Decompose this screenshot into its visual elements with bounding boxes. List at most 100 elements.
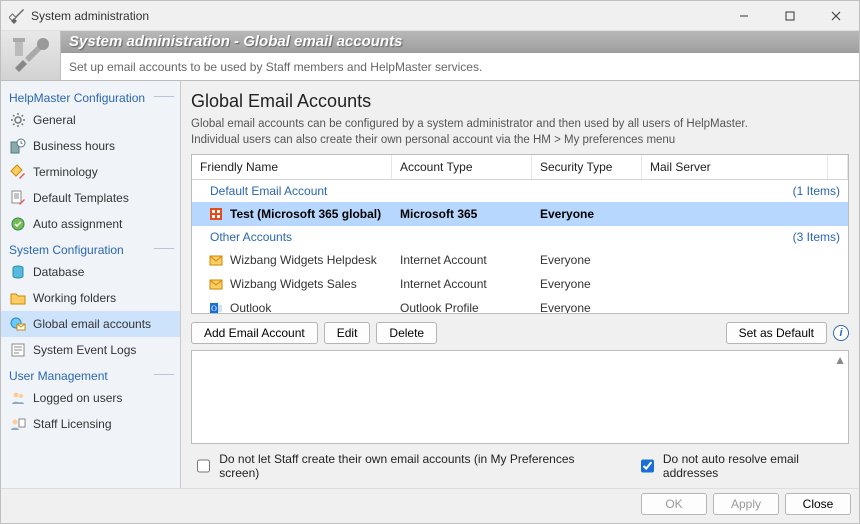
- dialog-buttons: OK Apply Close: [1, 488, 859, 523]
- outlook-icon: O: [208, 300, 224, 313]
- event-log-icon: [9, 341, 27, 359]
- sidebar-item-label: Logged on users: [33, 391, 122, 405]
- opt-auto-resolve-checkbox[interactable]: [641, 459, 654, 473]
- delete-button[interactable]: Delete: [376, 322, 437, 344]
- opt-staff-create[interactable]: Do not let Staff create their own email …: [193, 452, 597, 480]
- opt-staff-create-checkbox[interactable]: [197, 459, 210, 473]
- sidebar: HelpMaster ConfigurationGeneralBusiness …: [1, 81, 181, 488]
- cell-mail-server: [642, 258, 848, 262]
- sidebar-item-label: Terminology: [33, 165, 98, 179]
- sidebar-item-default-templates[interactable]: Default Templates: [1, 185, 180, 211]
- col-security-type[interactable]: Security Type: [532, 155, 642, 179]
- main-panel: Global Email Accounts Global email accou…: [181, 81, 859, 488]
- sidebar-item-global-email-accounts[interactable]: Global email accounts: [1, 311, 180, 337]
- grid-group-header[interactable]: Other Accounts(3 Items): [192, 226, 848, 248]
- sidebar-item-database[interactable]: Database: [1, 259, 180, 285]
- col-extra[interactable]: [828, 155, 848, 179]
- cell-account-type: Outlook Profile: [392, 299, 532, 313]
- accounts-grid: Friendly Name Account Type Security Type…: [191, 154, 849, 314]
- cell-mail-server: [642, 282, 848, 286]
- set-as-default-button[interactable]: Set as Default: [726, 322, 827, 344]
- page-description: Global email accounts can be configured …: [191, 116, 849, 148]
- table-row[interactable]: OOutlookOutlook ProfileEveryone: [192, 296, 848, 313]
- sidebar-item-business-hours[interactable]: Business hours: [1, 133, 180, 159]
- cell-friendly-name: Wizbang Widgets Helpdesk: [230, 253, 377, 267]
- mail-icon: [208, 276, 224, 292]
- minimize-button[interactable]: [721, 1, 767, 31]
- window-title: System administration: [31, 9, 149, 23]
- col-mail-server[interactable]: Mail Server: [642, 155, 828, 179]
- col-account-type[interactable]: Account Type: [392, 155, 532, 179]
- page-desc-line2: Individual users can also create their o…: [191, 134, 675, 146]
- folder-icon: [9, 289, 27, 307]
- o365-icon: [208, 206, 224, 222]
- opt-staff-create-label: Do not let Staff create their own email …: [219, 452, 596, 480]
- grid-group-header[interactable]: Default Email Account(1 Items): [192, 180, 848, 202]
- details-panel: ▲: [191, 350, 849, 444]
- sidebar-item-system-event-logs[interactable]: System Event Logs: [1, 337, 180, 363]
- info-icon[interactable]: i: [833, 325, 849, 341]
- sidebar-item-terminology[interactable]: Terminology: [1, 159, 180, 185]
- grid-header: Friendly Name Account Type Security Type…: [192, 155, 848, 180]
- sidebar-item-label: Global email accounts: [33, 317, 151, 331]
- cell-security-type: Everyone: [532, 299, 642, 313]
- sidebar-item-auto-assignment[interactable]: Auto assignment: [1, 211, 180, 237]
- options-row: Do not let Staff create their own email …: [191, 444, 849, 488]
- tag-pencil-icon: [9, 163, 27, 181]
- close-button[interactable]: Close: [785, 493, 851, 515]
- group-name: Other Accounts: [210, 230, 793, 244]
- scroll-up-icon[interactable]: ▲: [834, 353, 846, 367]
- sidebar-item-label: Staff Licensing: [33, 417, 112, 431]
- cell-account-type: Internet Account: [392, 251, 532, 269]
- table-row[interactable]: Wizbang Widgets Helpdesk Internet Account…: [192, 248, 848, 272]
- sidebar-item-label: Default Templates: [33, 191, 129, 205]
- gear-icon: [9, 111, 27, 129]
- page-title: Global Email Accounts: [191, 91, 849, 112]
- cell-account-type: Internet Account: [392, 275, 532, 293]
- sidebar-item-label: Database: [33, 265, 84, 279]
- group-count: (3 Items): [793, 230, 840, 244]
- apply-button[interactable]: Apply: [713, 493, 779, 515]
- sidebar-item-working-folders[interactable]: Working folders: [1, 285, 180, 311]
- table-row[interactable]: Wizbang Widgets Sales Internet AccountEve…: [192, 272, 848, 296]
- grid-toolbar: Add Email Account Edit Delete Set as Def…: [191, 322, 849, 344]
- cell-security-type: Everyone: [532, 205, 642, 223]
- col-friendly-name[interactable]: Friendly Name: [192, 155, 392, 179]
- cell-friendly-name: Wizbang Widgets Sales: [230, 277, 357, 291]
- cell-security-type: Everyone: [532, 275, 642, 293]
- opt-auto-resolve[interactable]: Do not auto resolve email addresses: [637, 452, 847, 480]
- maximize-button[interactable]: [767, 1, 813, 31]
- auto-icon: [9, 215, 27, 233]
- doc-pencil-icon: [9, 189, 27, 207]
- page-desc-line1: Global email accounts can be configured …: [191, 118, 748, 130]
- sidebar-item-logged-on-users[interactable]: Logged on users: [1, 385, 180, 411]
- sidebar-item-label: Business hours: [33, 139, 115, 153]
- table-row[interactable]: Test (Microsoft 365 global) Microsoft 365…: [192, 202, 848, 226]
- globe-mail-icon: [9, 315, 27, 333]
- group-name: Default Email Account: [210, 184, 793, 198]
- sidebar-section-header: User Management: [1, 363, 180, 385]
- grid-body[interactable]: Default Email Account(1 Items)Test (Micr…: [192, 180, 848, 313]
- cell-friendly-name: Test (Microsoft 365 global): [230, 207, 381, 221]
- banner-title: System administration - Global email acc…: [61, 31, 859, 53]
- cell-account-type: Microsoft 365: [392, 205, 532, 223]
- sidebar-item-staff-licensing[interactable]: Staff Licensing: [1, 411, 180, 437]
- sidebar-item-label: Auto assignment: [33, 217, 122, 231]
- opt-auto-resolve-label: Do not auto resolve email addresses: [663, 452, 847, 480]
- users-icon: [9, 389, 27, 407]
- database-icon: [9, 263, 27, 281]
- svg-text:O: O: [211, 304, 217, 313]
- sidebar-item-general[interactable]: General: [1, 107, 180, 133]
- edit-button[interactable]: Edit: [324, 322, 371, 344]
- sidebar-item-label: System Event Logs: [33, 343, 136, 357]
- ok-button[interactable]: OK: [641, 493, 707, 515]
- group-count: (1 Items): [793, 184, 840, 198]
- add-email-account-button[interactable]: Add Email Account: [191, 322, 318, 344]
- titlebar: System administration: [1, 1, 859, 31]
- clock-building-icon: [9, 137, 27, 155]
- close-window-button[interactable]: [813, 1, 859, 31]
- cell-security-type: Everyone: [532, 251, 642, 269]
- mail-icon: [208, 252, 224, 268]
- header-banner: System administration - Global email acc…: [1, 31, 859, 81]
- sidebar-section-header: System Configuration: [1, 237, 180, 259]
